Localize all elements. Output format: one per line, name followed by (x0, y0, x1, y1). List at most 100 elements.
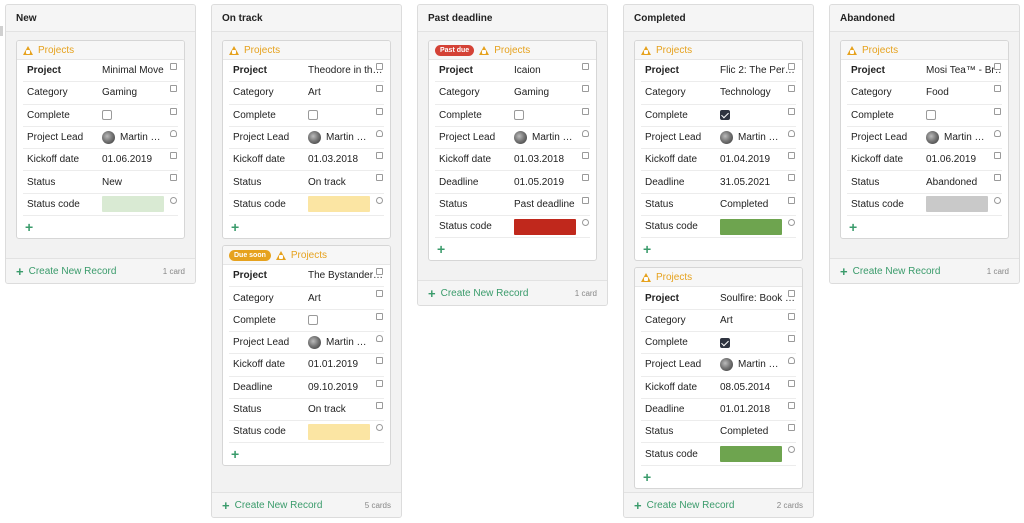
field-row: Complete (641, 332, 796, 355)
table-name: Projects (862, 44, 899, 56)
field-row: Project Lead Martin … (229, 332, 384, 355)
complete-checkbox[interactable] (308, 110, 318, 121)
complete-checkbox[interactable] (308, 315, 318, 326)
card-fields: Project Theodore in th… Category Art Complet… (223, 60, 390, 217)
add-field-button[interactable]: + (841, 216, 1008, 238)
add-field-button[interactable]: + (223, 216, 390, 238)
field-value (308, 110, 384, 121)
value-text: 01.03.2018 (514, 154, 565, 166)
value-text: Flic 2: The Per… (720, 65, 795, 77)
value-text: On track (308, 176, 346, 188)
field-value: Past deadline (514, 199, 590, 210)
field-value (720, 446, 796, 463)
avatar (308, 336, 321, 350)
field-row: Complete (847, 105, 1002, 127)
field-value (926, 110, 1002, 121)
field-row: Status code (23, 194, 178, 217)
field-label: Kickoff date (233, 359, 286, 371)
avatar (102, 131, 115, 145)
field-row: Project Lead Martin … (641, 127, 796, 150)
field-row: Project The Bystander… (229, 265, 384, 288)
complete-checkbox[interactable] (514, 110, 524, 121)
record-card[interactable]: Past due Projects Project Icaion Category Gam… (428, 40, 597, 262)
add-field-button[interactable]: + (635, 238, 802, 260)
field-value: On track (308, 404, 384, 415)
table-icon (229, 45, 239, 55)
field-row: Status code (229, 194, 384, 217)
complete-checkbox[interactable] (102, 110, 112, 121)
user-icon (994, 129, 1001, 137)
text-icon (376, 268, 383, 276)
create-new-record-button[interactable]: + Create New Record (840, 265, 940, 278)
field-value: New (102, 177, 178, 188)
record-card[interactable]: Projects Project Theodore in th… Category Ar… (222, 40, 391, 240)
create-label: Create New Record (646, 500, 735, 511)
calendar-icon (582, 174, 589, 182)
add-field-button[interactable]: + (17, 216, 184, 238)
select-icon (170, 85, 177, 93)
calendar-icon (582, 152, 589, 160)
field-label: Project Lead (439, 132, 496, 144)
field-label: Deadline (439, 176, 479, 188)
value-text: 09.10.2019 (308, 381, 359, 393)
value-text: 01.04.2019 (720, 154, 771, 166)
value-text: Theodore in th… (308, 65, 383, 77)
value-text: On track (308, 404, 346, 415)
plus-icon: + (16, 264, 24, 279)
value-text: Icaion (514, 65, 541, 77)
complete-checkbox[interactable] (720, 337, 730, 348)
text-icon (994, 63, 1001, 70)
field-row: Status Abandoned (847, 171, 1002, 194)
user-name: Martin … (120, 132, 161, 144)
complete-checkbox[interactable] (720, 110, 730, 121)
avatar (720, 358, 733, 372)
user-icon (170, 129, 177, 137)
record-card[interactable]: Projects Project Flic 2: The Per… Category T… (634, 40, 803, 262)
add-field-button[interactable]: + (635, 466, 802, 488)
field-row: Deadline 31.05.2021 (641, 171, 796, 194)
field-value: 08.05.2014 (720, 382, 796, 393)
record-card[interactable]: Projects Project Soulfire: Book … Category A… (634, 267, 803, 489)
field-label: Category (645, 314, 686, 326)
user-icon (376, 129, 383, 137)
record-card[interactable]: Projects Project Minimal Move Category Gamin… (16, 40, 185, 240)
field-row: Project Mosi Tea™ - Br… (847, 60, 1002, 83)
field-label: Status (851, 176, 880, 188)
scroll-handle[interactable] (0, 26, 3, 36)
field-row: Project Theodore in th… (229, 60, 384, 83)
avatar (308, 131, 321, 145)
checkbox-icon (994, 107, 1001, 115)
create-new-record-button[interactable]: + Create New Record (222, 499, 322, 512)
user-name: Martin … (532, 132, 573, 144)
complete-checkbox[interactable] (926, 110, 936, 121)
record-card[interactable]: Due soon Projects Project The Bystander… Cat… (222, 245, 391, 467)
field-row: Project Soulfire: Book … (641, 287, 796, 310)
add-field-button[interactable]: + (429, 238, 596, 260)
value-text: Food (926, 87, 949, 99)
table-icon (641, 45, 651, 55)
field-label: Kickoff date (439, 154, 492, 166)
field-row: Kickoff date 01.06.2019 (23, 149, 178, 172)
field-value (720, 337, 796, 348)
field-label: Project Lead (851, 132, 908, 144)
record-card[interactable]: Projects Project Mosi Tea™ - Br… Category Fo… (840, 40, 1009, 240)
field-value: Martin … (102, 131, 178, 145)
value-text: Art (308, 87, 321, 99)
create-new-record-button[interactable]: + Create New Record (634, 499, 734, 512)
value-text: 01.05.2019 (514, 176, 565, 188)
field-label: Project (439, 65, 473, 77)
field-row: Category Art (229, 82, 384, 105)
value-text: 08.05.2014 (720, 381, 771, 393)
field-value (102, 196, 178, 213)
create-new-record-button[interactable]: + Create New Record (428, 287, 528, 300)
user-name: Martin … (326, 337, 367, 349)
add-field-button[interactable]: + (223, 443, 390, 465)
field-value (308, 315, 384, 326)
field-value: 01.03.2018 (514, 154, 590, 165)
field-row: Status New (23, 171, 178, 194)
create-new-record-button[interactable]: + Create New Record (16, 265, 116, 278)
field-row: Complete (23, 105, 178, 127)
table-name: Projects (656, 271, 693, 283)
calendar-icon (376, 379, 383, 387)
field-row: Status code (229, 421, 384, 444)
